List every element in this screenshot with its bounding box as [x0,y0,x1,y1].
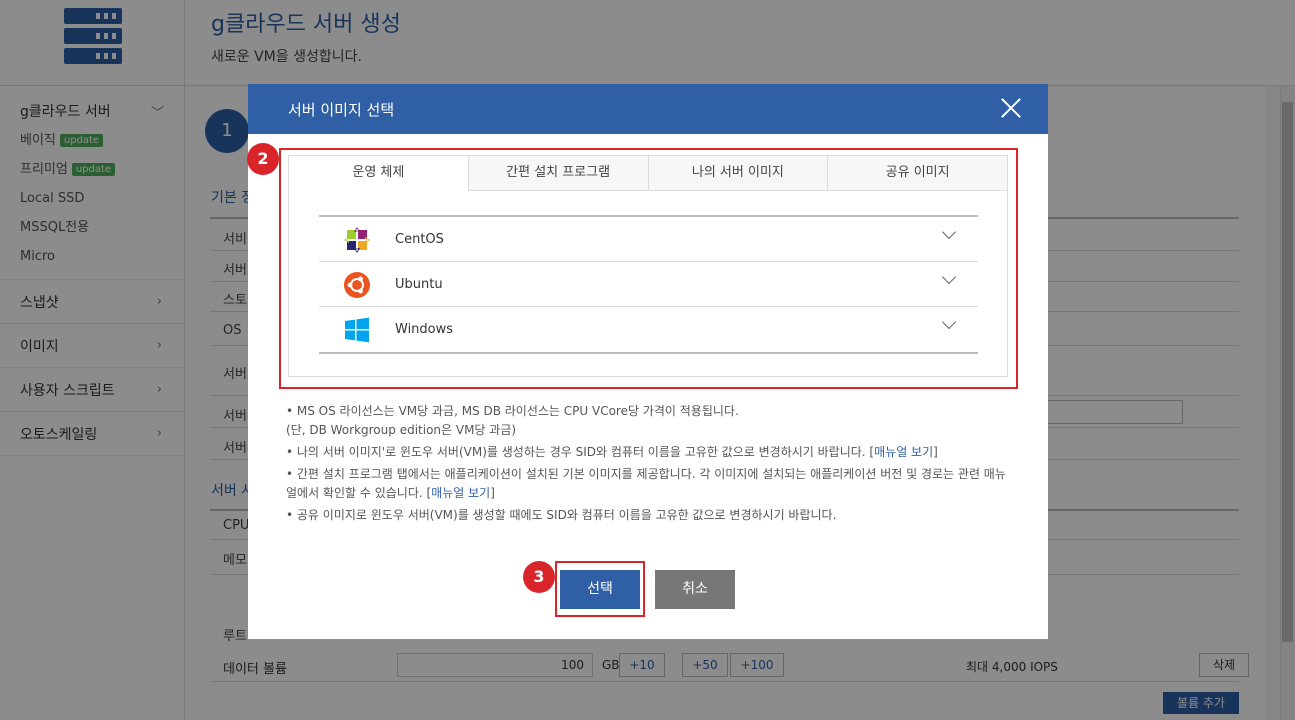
cancel-button[interactable]: 취소 [655,570,735,609]
tab-bar: 운영 체제 간편 설치 프로그램 나의 서버 이미지 공유 이미지 [289,156,1007,191]
tab-my-images[interactable]: 나의 서버 이미지 [647,156,828,191]
note-text: • 공유 이미지로 윈도우 서버(VM)를 생성할 때에도 SID와 컴퓨터 이… [286,508,837,522]
tab-os[interactable]: 운영 체제 [289,156,468,191]
note-text: • 나의 서버 이미지'로 윈도우 서버(VM)를 생성하는 경우 SID와 컴… [286,445,938,459]
windows-icon [345,317,369,343]
note-text: • 간편 설치 프로그램 탭에서는 애플리케이션이 설치된 기본 이미지를 제공… [286,467,1006,500]
note-text: • MS OS 라이선스는 VM당 과금, MS DB 라이선스는 CPU VC… [286,404,739,437]
os-name: Ubuntu [395,277,443,292]
os-item-ubuntu[interactable]: Ubuntu [319,262,978,307]
tab-shared-images[interactable]: 공유 이미지 [827,156,1007,191]
chevron-down-icon[interactable] [941,314,957,330]
os-name: CentOS [395,232,444,247]
tab-panel: 운영 체제 간편 설치 프로그램 나의 서버 이미지 공유 이미지 CentOS… [288,155,1008,377]
annotation-badge: 3 [523,561,555,593]
chevron-down-icon[interactable] [941,269,957,285]
chevron-down-icon[interactable] [941,224,957,240]
modal-header: 서버 이미지 선택 [248,84,1048,134]
os-list: CentOS Ubuntu Windows [319,215,978,354]
manual-link[interactable]: 매뉴얼 보기 [874,445,933,459]
tab-easy-install[interactable]: 간편 설치 프로그램 [467,156,648,191]
annotation-badge: 2 [247,143,279,175]
os-item-centos[interactable]: CentOS [319,217,978,262]
modal-title: 서버 이미지 선택 [288,101,395,119]
centos-icon [344,227,370,253]
manual-link[interactable]: 매뉴얼 보기 [431,486,490,500]
notes: • MS OS 라이선스는 VM당 과금, MS DB 라이선스는 CPU VC… [286,402,1016,528]
server-image-modal: 서버 이미지 선택 2 운영 체제 간편 설치 프로그램 나의 서버 이미지 공… [247,84,1048,639]
ubuntu-icon [344,272,370,298]
os-item-windows[interactable]: Windows [319,307,978,352]
os-name: Windows [395,322,454,337]
close-icon[interactable] [1000,97,1022,119]
select-button[interactable]: 선택 [560,570,640,609]
